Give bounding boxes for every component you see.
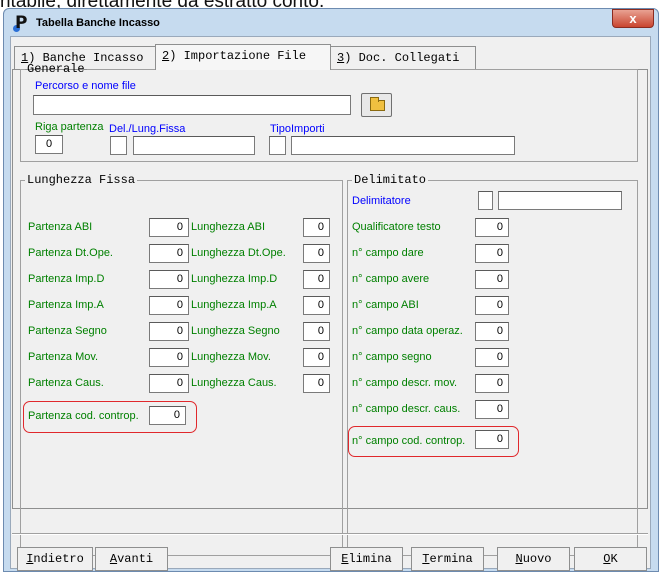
- delimitatore-flag-input[interactable]: [478, 191, 493, 210]
- app-p-icon: P: [13, 13, 28, 33]
- tipo-importi-input[interactable]: [291, 136, 515, 155]
- partenza-impa-input[interactable]: 0: [149, 296, 189, 315]
- lunghezza-caus-label: Lunghezza Caus.: [191, 377, 277, 389]
- lunghezza-segno-input[interactable]: 0: [303, 322, 330, 341]
- partenza-dtope-input[interactable]: 0: [149, 244, 189, 263]
- partenza-segno-label: Partenza Segno: [28, 325, 107, 337]
- del-lung-fissa-flag-input[interactable]: [110, 136, 127, 155]
- window-title: Tabella Banche Incasso: [36, 17, 160, 29]
- avanti-button[interactable]: Avanti: [95, 547, 168, 571]
- lunghezza-abi-label: Lunghezza ABI: [191, 221, 266, 233]
- partenza-impd-label: Partenza Imp.D: [28, 273, 105, 285]
- delimitatore-input[interactable]: [498, 191, 622, 210]
- partenza-cod-controp-label: Partenza cod. controp.: [28, 410, 139, 422]
- nuovo-button[interactable]: Nuovo: [497, 547, 570, 571]
- partenza-cod-controp-input[interactable]: 0: [149, 406, 186, 425]
- del-lung-fissa-label: Del./Lung.Fissa: [109, 123, 186, 135]
- tab-panel-importazione: Generale Percorso e nome file Riga parte…: [12, 62, 648, 556]
- elimina-button[interactable]: Elimina: [330, 547, 403, 571]
- campo-cod-controp-label: n° campo cod. controp.: [352, 435, 466, 447]
- qualificatore-testo-input[interactable]: 0: [475, 218, 509, 237]
- title-bar[interactable]: P Tabella Banche Incasso x: [4, 9, 658, 36]
- lunghezza-impa-label: Lunghezza Imp.A: [191, 299, 277, 311]
- partenza-caus-input[interactable]: 0: [149, 374, 189, 393]
- tab-importazione-file[interactable]: 2) Importazione File: [155, 44, 331, 70]
- campo-cod-controp-input[interactable]: 0: [475, 430, 509, 449]
- browse-button[interactable]: [361, 93, 392, 117]
- partenza-caus-label: Partenza Caus.: [28, 377, 104, 389]
- campo-descr-mov-input[interactable]: 0: [475, 374, 509, 393]
- indietro-button[interactable]: Indietro: [17, 547, 93, 571]
- campo-dare-label: n° campo dare: [352, 247, 424, 259]
- group-delimitato-legend: Delimitato: [354, 173, 427, 187]
- lunghezza-dtope-label: Lunghezza Dt.Ope.: [191, 247, 286, 259]
- partenza-abi-input[interactable]: 0: [149, 218, 189, 237]
- partenza-mov-input[interactable]: 0: [149, 348, 189, 367]
- campo-descr-mov-label: n° campo descr. mov.: [352, 377, 458, 389]
- campo-descr-caus-label: n° campo descr. caus.: [352, 403, 461, 415]
- lunghezza-mov-input[interactable]: 0: [303, 348, 330, 367]
- campo-abi-label: n° campo ABI: [352, 299, 419, 311]
- lunghezza-impd-input[interactable]: 0: [303, 270, 330, 289]
- lunghezza-caus-input[interactable]: 0: [303, 374, 330, 393]
- campo-data-operaz-input[interactable]: 0: [475, 322, 509, 341]
- partenza-mov-label: Partenza Mov.: [28, 351, 99, 363]
- campo-descr-caus-input[interactable]: 0: [475, 400, 509, 419]
- qualificatore-testo-label: Qualificatore testo: [352, 221, 441, 233]
- lunghezza-mov-label: Lunghezza Mov.: [191, 351, 271, 363]
- campo-segno-label: n° campo segno: [352, 351, 432, 363]
- tipo-importi-flag-input[interactable]: [269, 136, 286, 155]
- folder-open-icon: [370, 97, 385, 111]
- group-lunghezza-legend: Lunghezza Fissa: [27, 173, 136, 187]
- lunghezza-impd-label: Lunghezza Imp.D: [191, 273, 278, 285]
- partenza-abi-label: Partenza ABI: [28, 221, 93, 233]
- percorso-file-input[interactable]: [33, 95, 351, 115]
- campo-dare-input[interactable]: 0: [475, 244, 509, 263]
- footer-divider-highlight: [12, 534, 648, 535]
- close-icon[interactable]: x: [612, 9, 654, 28]
- lunghezza-dtope-input[interactable]: 0: [303, 244, 330, 263]
- partenza-impd-input[interactable]: 0: [149, 270, 189, 289]
- campo-segno-input[interactable]: 0: [475, 348, 509, 367]
- partenza-impa-label: Partenza Imp.A: [28, 299, 104, 311]
- partenza-dtope-label: Partenza Dt.Ope.: [28, 247, 113, 259]
- lunghezza-abi-input[interactable]: 0: [303, 218, 330, 237]
- campo-avere-input[interactable]: 0: [475, 270, 509, 289]
- campo-abi-input[interactable]: 0: [475, 296, 509, 315]
- termina-button[interactable]: Termina: [411, 547, 484, 571]
- delimitatore-label: Delimitatore: [352, 195, 411, 207]
- campo-avere-label: n° campo avere: [352, 273, 430, 285]
- riga-partenza-label: Riga partenza: [35, 121, 104, 133]
- tipo-importi-label: TipoImporti: [270, 123, 325, 135]
- campo-data-operaz-label: n° campo data operaz.: [352, 325, 463, 337]
- ok-button[interactable]: OK: [574, 547, 647, 571]
- dialog-window: P Tabella Banche Incasso x 1) Banche Inc…: [3, 8, 659, 572]
- del-lung-fissa-input[interactable]: [133, 136, 255, 155]
- dialog-client-area: 1) Banche Incasso 2) Importazione File 3…: [10, 36, 651, 571]
- lunghezza-impa-input[interactable]: 0: [303, 296, 330, 315]
- riga-partenza-input[interactable]: 0: [35, 135, 63, 154]
- lunghezza-segno-label: Lunghezza Segno: [191, 325, 280, 337]
- partenza-segno-input[interactable]: 0: [149, 322, 189, 341]
- percorso-label: Percorso e nome file: [35, 80, 136, 92]
- group-generale-legend: Generale: [27, 62, 85, 76]
